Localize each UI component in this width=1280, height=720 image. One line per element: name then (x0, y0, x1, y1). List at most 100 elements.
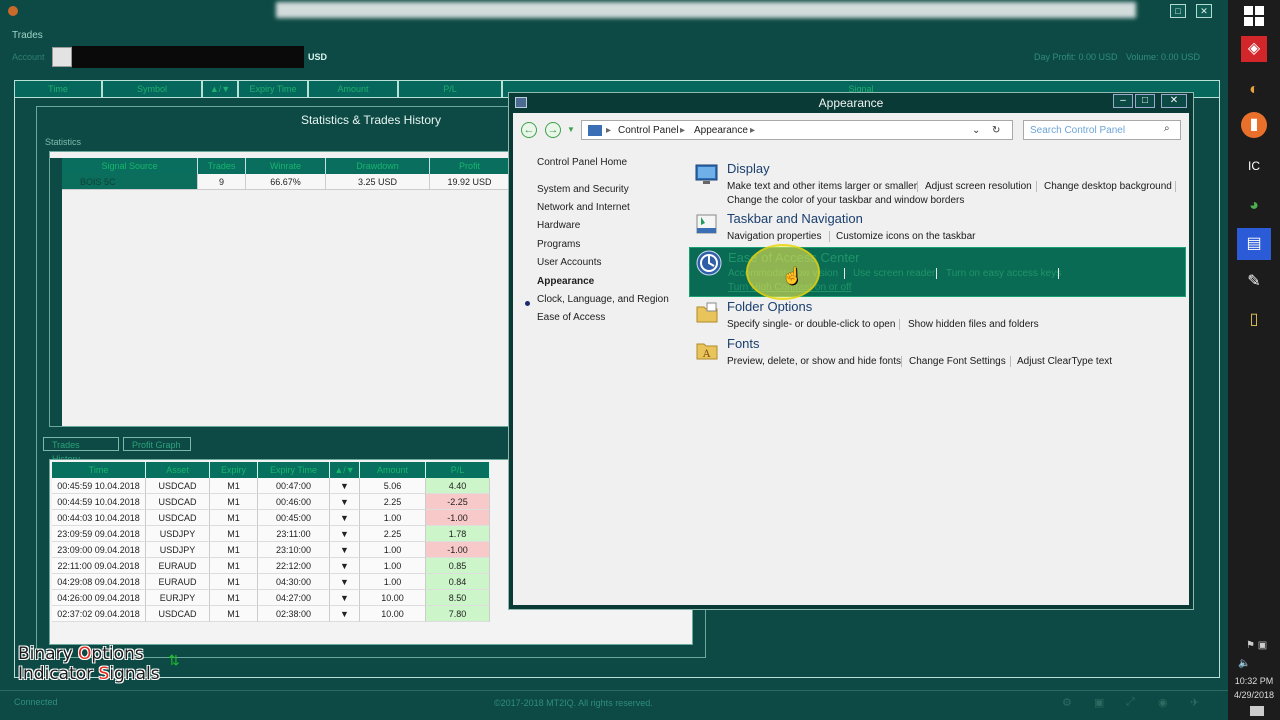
table-row[interactable]: 04:26:00 09.04.2018 EURJPY M1 04:27:00 ▼ 10.0… (50, 590, 494, 606)
link-easy-access-keys[interactable]: Turn on easy access keys (946, 268, 1061, 279)
display-title[interactable]: Display (727, 161, 770, 176)
breadcrumb-appearance[interactable]: Appearance (694, 125, 748, 136)
app-ic-icon[interactable]: IC (1237, 150, 1271, 182)
hist-col-pl[interactable]: P/L (426, 462, 490, 478)
hist-cell-asset: USDJPY (146, 542, 210, 558)
hist-cell-expiry: M1 (210, 590, 258, 606)
separator (1058, 268, 1059, 279)
link-text-size[interactable]: Make text and other items larger or smal… (727, 181, 917, 192)
sidebar-item-ease-of-access[interactable]: Ease of Access (537, 312, 605, 323)
maximize-button[interactable]: □ (1170, 4, 1186, 18)
taskbar-date[interactable]: 4/29/2018 (1230, 690, 1278, 700)
col-amount[interactable]: Amount (308, 80, 398, 98)
col-time[interactable]: Time (14, 80, 102, 98)
control-panel-taskbar-icon[interactable]: ▤ (1237, 228, 1271, 260)
table-row[interactable]: 22:11:00 09.04.2018 EURAUD M1 22:12:00 ▼ 1.00… (50, 558, 494, 574)
settings-icon[interactable]: ⚙ (1062, 696, 1076, 709)
search-icon[interactable]: ⌕ (1164, 123, 1176, 135)
link-customize-icons[interactable]: Customize icons on the taskbar (836, 231, 976, 242)
breadcrumb-arrow-icon: ▸ (606, 125, 612, 136)
chevron-down-icon[interactable]: ⌄ (972, 125, 980, 136)
sidebar-item-appearance[interactable]: Appearance (537, 276, 594, 287)
paint-icon[interactable]: ✎ (1237, 266, 1271, 298)
col-pl[interactable]: P/L (398, 80, 502, 98)
volume-icon[interactable]: 🔈 (1238, 658, 1250, 669)
taskbar-clock[interactable]: 10:32 PM (1230, 676, 1278, 686)
app-compass-icon[interactable]: ◐ (1237, 74, 1271, 106)
sidebar-item-hardware[interactable]: Hardware (537, 220, 580, 231)
table-row[interactable]: 00:45:59 10.04.2018 USDCAD M1 00:47:00 ▼ 5.06… (50, 478, 494, 494)
col-direction[interactable]: ▲/▼ (202, 80, 238, 98)
hist-cell-asset: EURAUD (146, 574, 210, 590)
stats-col-drawdown[interactable]: Drawdown (326, 158, 430, 174)
link-screen-resolution[interactable]: Adjust screen resolution (925, 181, 1032, 192)
col-expiry-time[interactable]: Expiry Time (238, 80, 308, 98)
stats-left-bar (50, 158, 62, 426)
table-row[interactable]: 00:44:03 10.04.2018 USDCAD M1 00:45:00 ▼ 1.00… (50, 510, 494, 526)
pin-icon[interactable]: ✈ (1190, 696, 1204, 709)
table-row[interactable]: 23:09:00 09.04.2018 USDJPY M1 23:10:00 ▼ 1.00… (50, 542, 494, 558)
sidebar-item-user-accounts[interactable]: User Accounts (537, 257, 601, 268)
hist-cell-amount: 2.25 (360, 526, 426, 542)
app-red-icon[interactable]: ◈ (1241, 36, 1267, 62)
back-icon[interactable]: ← (521, 122, 537, 138)
hist-col-time[interactable]: Time (52, 462, 146, 478)
col-symbol[interactable]: Symbol (102, 80, 202, 98)
search-input[interactable]: Search Control Panel ⌕ (1023, 120, 1181, 140)
table-row[interactable]: 23:09:59 09.04.2018 USDJPY M1 23:11:00 ▼ 2.25… (50, 526, 494, 542)
tab-trades-history[interactable]: Trades History (43, 437, 119, 464)
table-row[interactable]: 00:44:59 10.04.2018 USDCAD M1 00:46:00 ▼ 2.25… (50, 494, 494, 510)
link-single-double-click[interactable]: Specify single- or double-click to open (727, 319, 895, 330)
app-chart-icon[interactable]: ▮ (1241, 112, 1267, 138)
sidebar-item-home[interactable]: Control Panel Home (537, 157, 627, 168)
refresh-icon[interactable]: ↻ (992, 125, 1000, 136)
recent-dropdown-icon[interactable]: ▼ (567, 125, 575, 134)
table-row[interactable]: 04:29:08 09.04.2018 EURAUD M1 04:30:00 ▼ 1.00… (50, 574, 494, 590)
stats-col-profit[interactable]: Profit (430, 158, 510, 174)
link-hidden-files[interactable]: Show hidden files and folders (908, 319, 1039, 330)
hist-col-direction[interactable]: ▲/▼ (330, 462, 360, 478)
hist-col-amount[interactable]: Amount (360, 462, 426, 478)
hist-col-expiry-time[interactable]: Expiry Time (258, 462, 330, 478)
link-navigation-properties[interactable]: Navigation properties (727, 231, 822, 242)
network-icon[interactable]: ⚑ ▣ (1246, 640, 1267, 651)
separator (829, 231, 830, 242)
chrome-icon[interactable]: ◕ (1237, 190, 1271, 222)
table-row[interactable]: 02:37:02 09.04.2018 USDCAD M1 02:38:00 ▼ 10.0… (50, 606, 494, 622)
link-preview-fonts[interactable]: Preview, delete, or show and hide fonts (727, 356, 901, 367)
hist-col-asset[interactable]: Asset (146, 462, 210, 478)
stats-col-trades[interactable]: Trades (198, 158, 246, 174)
link-font-settings[interactable]: Change Font Settings (909, 356, 1006, 367)
stats-col-source[interactable]: Signal Source (62, 158, 198, 174)
sidebar-item-network[interactable]: Network and Internet (537, 202, 630, 213)
app-icon (8, 6, 18, 16)
breadcrumb-control-panel[interactable]: Control Panel (618, 125, 679, 136)
stats-col-winrate[interactable]: Winrate (246, 158, 326, 174)
taskbar-title[interactable]: Taskbar and Navigation (727, 211, 863, 226)
folder-options-title[interactable]: Folder Options (727, 299, 812, 314)
link-desktop-background[interactable]: Change desktop background (1044, 181, 1172, 192)
maximize-button[interactable]: □ (1135, 94, 1155, 108)
fonts-title[interactable]: Fonts (727, 336, 760, 351)
file-explorer-icon[interactable]: ▯ (1237, 304, 1271, 336)
address-bar[interactable]: ▸ Control Panel ▸ Appearance ▸ ⌄ ↻ (581, 120, 1013, 140)
link-cleartype[interactable]: Adjust ClearType text (1017, 356, 1112, 367)
user-icon[interactable] (52, 47, 72, 67)
windows-start-icon[interactable] (1237, 0, 1271, 32)
hist-col-expiry[interactable]: Expiry (210, 462, 258, 478)
globe-icon[interactable]: ◉ (1158, 696, 1172, 709)
sidebar-item-programs[interactable]: Programs (537, 239, 580, 250)
show-desktop-icon[interactable] (1250, 706, 1264, 716)
save-icon[interactable]: ▣ (1094, 696, 1108, 709)
sidebar-item-system-security[interactable]: System and Security (537, 184, 629, 195)
forward-icon[interactable]: → (545, 122, 561, 138)
sidebar-item-clock-language[interactable]: Clock, Language, and Region (537, 294, 669, 305)
close-button[interactable]: ✕ (1161, 94, 1187, 108)
close-button[interactable]: ✕ (1196, 4, 1212, 18)
expand-icon[interactable]: ⤢ (1126, 696, 1140, 708)
link-taskbar-color[interactable]: Change the color of your taskbar and win… (727, 195, 964, 206)
tab-profit-graph[interactable]: Profit Graph (123, 437, 191, 451)
link-screen-reader[interactable]: Use screen reader (853, 268, 935, 279)
stats-cell-source[interactable]: BOIS 5C (62, 174, 198, 190)
minimize-button[interactable]: – (1113, 94, 1133, 108)
